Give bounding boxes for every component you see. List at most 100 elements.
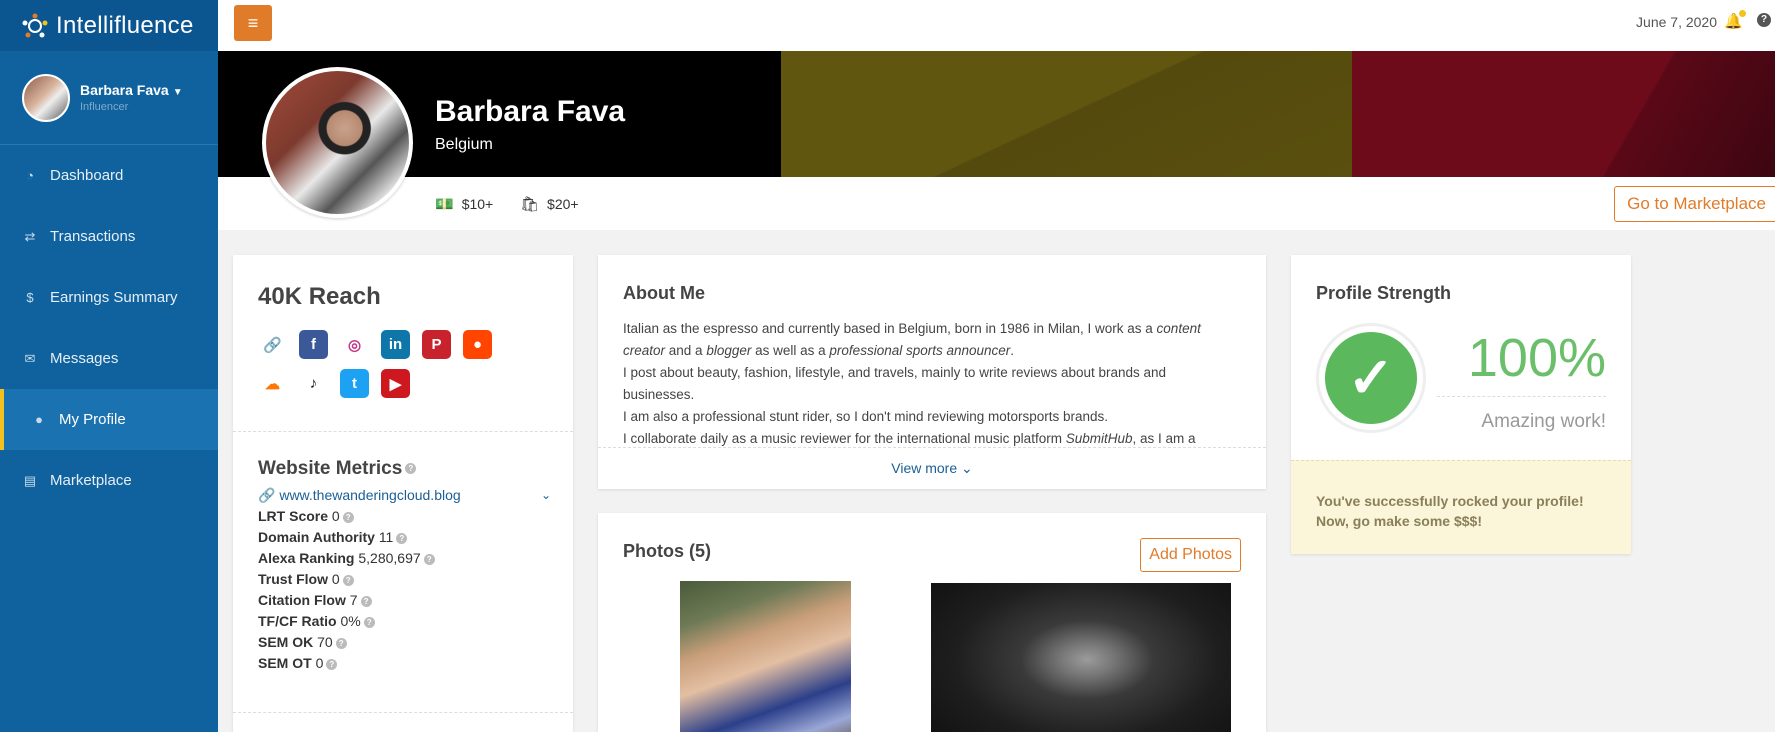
divider: [233, 712, 573, 713]
twitter-icon[interactable]: t: [340, 369, 369, 398]
add-photos-button[interactable]: Add Photos: [1140, 538, 1241, 572]
divider: [1437, 396, 1606, 397]
metric-value: 70: [317, 634, 333, 650]
metric-row: TF/CF Ratio 0%?: [258, 613, 435, 634]
view-more-link[interactable]: View more ⌄: [598, 447, 1266, 489]
metric-label: Domain Authority: [258, 529, 375, 545]
linkedin-icon[interactable]: in: [381, 330, 410, 359]
menu-toggle-button[interactable]: ≡: [234, 5, 272, 41]
sidebar-item-dashboard[interactable]: ◔ Dashboard: [0, 145, 218, 206]
about-text: Italian as the espresso and currently ba…: [623, 318, 1238, 450]
photo-thumbnail[interactable]: [931, 583, 1231, 732]
sidebar-item-label: My Profile: [59, 411, 126, 428]
current-date: June 7, 2020: [1636, 14, 1717, 30]
hamburger-icon: ≡: [247, 12, 259, 33]
reach-card: 40K Reach 🔗 f ◎ in P ● ☁ ♪ t ▶ Website Metrics? 🔗…: [233, 255, 573, 732]
metric-row: SEM OK 70?: [258, 634, 435, 655]
profile-strength-percent: 100%: [1467, 328, 1606, 388]
list-icon: ▤: [23, 472, 37, 488]
dashboard-icon: ◔: [26, 168, 34, 183]
note-line: You've successfully rocked your profile!: [1316, 493, 1584, 509]
about-paragraph: I am also a professional stunt rider, so…: [623, 409, 1109, 424]
divider: [233, 431, 573, 432]
metric-label: SEM OK: [258, 634, 314, 650]
go-to-marketplace-button[interactable]: Go to Marketplace: [1614, 186, 1775, 222]
banner-red-stripe: [1352, 51, 1775, 177]
help-icon[interactable]: ?: [396, 532, 408, 544]
user-name: Barbara Fava: [80, 82, 169, 98]
about-text-span: , as I am a: [1132, 431, 1196, 446]
user-icon: ●: [35, 412, 43, 427]
help-icon[interactable]: ?: [342, 511, 354, 523]
help-icon[interactable]: ?: [335, 637, 347, 649]
help-icon[interactable]: ?: [360, 595, 372, 607]
help-icon[interactable]: ?: [405, 463, 417, 475]
post-price: 💵 $10+: [435, 195, 493, 213]
metric-value: 0: [315, 655, 324, 671]
about-text-span: .: [1010, 343, 1015, 358]
profile-strength-title: Profile Strength: [1316, 283, 1452, 303]
metric-label: LRT Score: [258, 508, 329, 524]
post-price-value: $10+: [461, 196, 494, 212]
sidebar: Intelli fluence Barbara Fava ▼ Influencer …: [0, 0, 218, 732]
metric-list: LRT Score 0? Domain Authority 11? Alexa Ra…: [258, 508, 435, 676]
sidebar-item-label: Earnings Summary: [50, 289, 178, 306]
sidebar-item-label: Messages: [50, 350, 119, 367]
exchange-icon: ⇄: [24, 228, 36, 244]
profile-strength-note: You've successfully rocked your profile!…: [1291, 460, 1631, 554]
sidebar-item-marketplace[interactable]: ▤ Marketplace: [0, 450, 218, 511]
user-role: Influencer: [80, 101, 129, 113]
instagram-icon[interactable]: ◎: [340, 330, 369, 359]
metric-value: 5,280,697: [358, 550, 421, 566]
reddit-icon[interactable]: ●: [463, 330, 492, 359]
profile-info-bar: 💵 $10+ 🛍 $20+ Go to Marketplace: [218, 177, 1775, 230]
metric-label: TF/CF Ratio: [258, 613, 337, 629]
photo-thumbnail[interactable]: [680, 581, 851, 732]
youtube-icon[interactable]: ▶: [381, 369, 410, 398]
brand-logo[interactable]: Intelli fluence: [0, 0, 218, 51]
dollar-icon: $: [26, 290, 34, 305]
help-icon[interactable]: ?: [326, 658, 338, 670]
metric-row: LRT Score 0?: [258, 508, 435, 529]
about-text-span: as well as a: [751, 343, 830, 358]
social-icons: 🔗 f ◎ in P ● ☁ ♪ t ▶: [258, 330, 518, 398]
website-link[interactable]: 🔗 www.thewanderingcloud.blog: [258, 487, 461, 504]
sidebar-item-label: Marketplace: [50, 472, 132, 489]
notification-dot: [1739, 10, 1746, 17]
sidebar-item-messages[interactable]: ✉ Messages: [0, 328, 218, 389]
chevron-down-icon[interactable]: ⌄: [541, 488, 551, 502]
profile-photo: [262, 67, 413, 218]
product-price-value: $20+: [547, 196, 579, 212]
shopping-bag-icon: 🛍: [520, 196, 540, 213]
help-icon[interactable]: ?: [423, 553, 435, 565]
help-icon[interactable]: ?: [342, 574, 354, 586]
brand-name-suffix: fluence: [114, 11, 194, 39]
profile-name: Barbara Fava: [435, 95, 626, 128]
help-icon[interactable]: ?: [1757, 13, 1771, 27]
metric-value: 0%: [340, 613, 361, 629]
tiktok-icon[interactable]: ♪: [299, 369, 328, 398]
caret-down-icon: ▼: [172, 87, 183, 98]
sidebar-item-earnings-summary[interactable]: $ Earnings Summary: [0, 267, 218, 328]
note-line: Now, go make some $$$!: [1316, 513, 1482, 529]
about-text-emphasis: SubmitHub: [1065, 431, 1133, 446]
sidebar-item-my-profile[interactable]: ● My Profile: [0, 389, 218, 450]
help-icon[interactable]: ?: [363, 616, 375, 628]
metric-label: Citation Flow: [258, 592, 346, 608]
metric-value: 0: [331, 571, 340, 587]
profile-strength-caption: Amazing work!: [1481, 411, 1606, 432]
about-title: About Me: [623, 283, 705, 303]
website-metrics-label: Website Metrics: [258, 458, 403, 479]
website-url: www.thewanderingcloud.blog: [279, 487, 461, 503]
metric-label: SEM OT: [258, 655, 312, 671]
facebook-icon[interactable]: f: [299, 330, 328, 359]
user-menu[interactable]: Barbara Fava ▼ Influencer: [0, 51, 218, 145]
about-paragraph: I post about beauty, fashion, lifestyle,…: [623, 365, 1167, 402]
notifications-bell-icon[interactable]: 🔔: [1724, 10, 1746, 30]
money-icon: 💵: [435, 196, 454, 213]
soundcloud-icon[interactable]: ☁: [258, 369, 287, 398]
sidebar-item-transactions[interactable]: ⇄ Transactions: [0, 206, 218, 267]
pinterest-icon[interactable]: P: [422, 330, 451, 359]
link-icon[interactable]: 🔗: [258, 330, 287, 359]
metric-value: 0: [331, 508, 340, 524]
